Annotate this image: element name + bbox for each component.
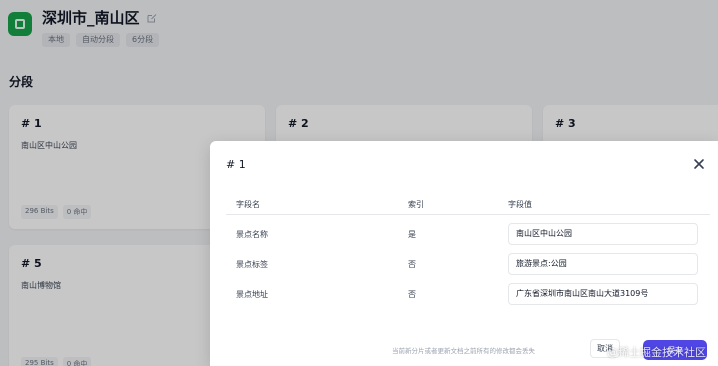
table-row: 景点标签 否 旅游景点:公园 (226, 249, 710, 279)
fields-table: 字段名 索引 字段值 景点名称 是 南山区中山公园 景点标签 否 旅游景点:公园… (226, 199, 710, 309)
modal-title: # 1 (226, 158, 246, 171)
field-value-input[interactable]: 旅游景点:公园 (508, 253, 698, 275)
field-value-input[interactable]: 广东省深圳市南山区南山大道3109号 (508, 283, 698, 305)
column-header-index: 索引 (408, 200, 424, 209)
table-row: 景点名称 是 南山区中山公园 (226, 219, 710, 249)
field-index: 否 (408, 289, 416, 299)
table-row: 景点地址 否 广东省深圳市南山区南山大道3109号 (226, 279, 710, 309)
table-header: 字段名 索引 字段值 (226, 199, 710, 215)
column-header-name: 字段名 (236, 200, 260, 209)
field-name: 景点名称 (236, 229, 268, 239)
field-index: 是 (408, 229, 416, 239)
watermark: @稀土掘金技术社区 (607, 346, 706, 359)
field-value-input[interactable]: 南山区中山公园 (508, 223, 698, 245)
column-header-value: 字段值 (508, 200, 532, 209)
close-icon[interactable] (692, 157, 706, 171)
footer-warning: 当前新分片或者更新文档之前所有的修改都会丢失 (392, 347, 535, 355)
field-name: 景点地址 (236, 289, 268, 299)
field-name: 景点标签 (236, 259, 268, 269)
segment-edit-modal: # 1 字段名 索引 字段值 景点名称 是 南山区中山公园 景点标签 否 旅游景… (210, 141, 718, 366)
field-index: 否 (408, 259, 416, 269)
